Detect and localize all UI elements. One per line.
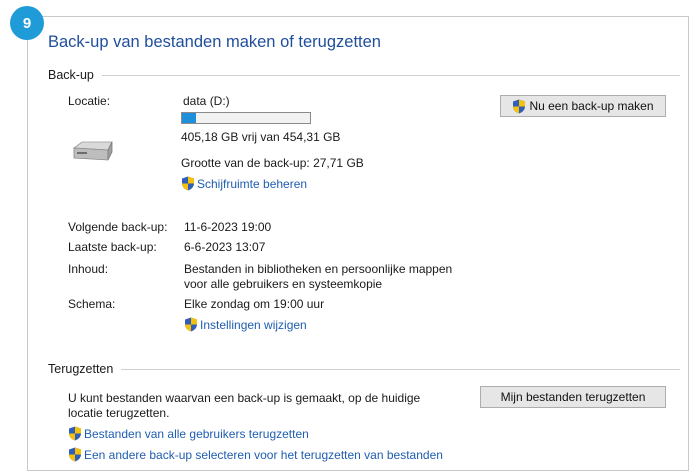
restore-all-users-link-label: Bestanden van alle gebruikers terugzette…: [84, 426, 309, 441]
restore-all-users-link[interactable]: Bestanden van alle gebruikers terugzette…: [68, 426, 309, 441]
uac-shield-icon: [182, 176, 194, 191]
last-backup-label: Laatste back-up:: [68, 240, 157, 254]
divider: [101, 74, 680, 76]
restore-section-label: Terugzetten: [48, 362, 114, 376]
backup-section-header: Back-up: [48, 68, 680, 82]
select-other-backup-link-label: Een andere back-up selecteren voor het t…: [84, 447, 443, 462]
last-backup-value: 6-6-2023 13:07: [184, 240, 266, 254]
page-title: Back-up van bestanden maken of terugzett…: [48, 33, 381, 51]
next-backup-value: 11-6-2023 19:00: [184, 220, 272, 234]
free-space-text: 405,18 GB vrij van 454,31 GB: [181, 130, 341, 144]
restore-files-button[interactable]: Mijn bestanden terugzetten: [480, 386, 666, 408]
restore-section-header: Terugzetten: [48, 362, 680, 376]
contents-label: Inhoud:: [68, 262, 109, 276]
backup-now-button-label: Nu een back-up maken: [529, 99, 654, 113]
uac-shield-icon: [513, 99, 526, 113]
disk-usage-bar: [181, 112, 311, 124]
divider: [121, 368, 680, 370]
backup-now-button[interactable]: Nu een back-up maken: [500, 95, 666, 117]
uac-shield-icon: [185, 317, 197, 332]
disk-usage-fill: [182, 113, 197, 123]
uac-shield-icon: [69, 447, 81, 462]
contents-value-line1: Bestanden in bibliotheken en persoonlijk…: [184, 262, 453, 276]
change-settings-link-label: Instellingen wijzigen: [200, 317, 307, 332]
location-label: Locatie:: [68, 94, 111, 108]
step-badge: 9: [10, 6, 44, 40]
restore-description-line2: locatie terugzetten.: [68, 406, 170, 420]
change-settings-link[interactable]: Instellingen wijzigen: [184, 317, 307, 332]
schedule-value: Elke zondag om 19:00 uur: [184, 297, 325, 311]
backup-section-label: Back-up: [48, 68, 94, 82]
contents-value-line2: voor alle gebruikers en systeemkopie: [184, 277, 383, 291]
next-backup-label: Volgende back-up:: [68, 220, 168, 234]
schedule-label: Schema:: [68, 297, 116, 311]
restore-description-line1: U kunt bestanden waarvan een back-up is …: [68, 391, 421, 405]
select-other-backup-link[interactable]: Een andere back-up selecteren voor het t…: [68, 447, 443, 462]
manage-space-link-label: Schijfruimte beheren: [197, 176, 308, 191]
uac-shield-icon: [69, 426, 81, 441]
backup-size-text: Grootte van de back-up: 27,71 GB: [181, 156, 364, 170]
location-value: data (D:): [183, 94, 230, 108]
restore-files-button-label: Mijn bestanden terugzetten: [500, 390, 646, 404]
manage-space-link[interactable]: Schijfruimte beheren: [181, 176, 307, 191]
hard-drive-icon: [72, 141, 113, 161]
